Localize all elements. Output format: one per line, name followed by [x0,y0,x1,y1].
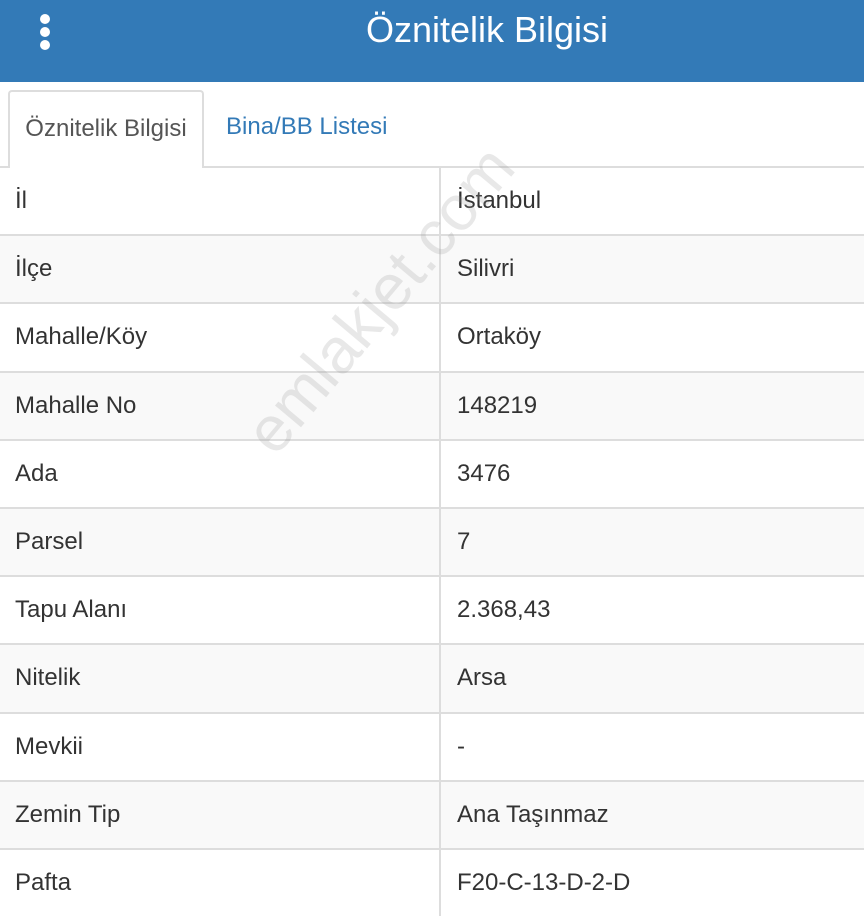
row-value: 7 [457,527,471,555]
table-row: Mahalle No 148219 [0,372,864,441]
table-row: Parsel 7 [0,508,864,578]
row-value: - [457,732,465,760]
table-row: Zemin Tip Ana Taşınmaz [0,781,864,850]
row-label: Nitelik [15,664,81,692]
row-value: 3476 [457,459,511,487]
row-label: Mahalle No [15,391,137,419]
table-row: Mevkii - [0,713,864,782]
row-value: F20-C-13-D-2-D [457,868,631,896]
tab-oznitelik-bilgisi[interactable]: Öznitelik Bilgisi [8,90,204,170]
table-row: İlçe Silivri [0,236,864,305]
row-label: Parsel [15,527,84,555]
table-row: Tapu Alanı 2.368,43 [0,577,864,646]
row-label: İlçe [15,255,53,283]
row-label: Tapu Alanı [15,596,128,624]
row-value: Ortaköy [457,323,542,351]
row-value: 2.368,43 [457,596,551,624]
table-row: Mahalle/Köy Ortaköy [0,304,864,373]
row-label: Pafta [15,868,72,896]
row-label: Mevkii [15,732,84,760]
row-label: Mahalle/Köy [15,323,148,351]
tab-bar: Öznitelik Bilgisi Bina/BB Listesi [0,82,864,170]
table-row: Nitelik Arsa [0,645,864,714]
table-row: Ada 3476 [0,440,864,509]
attribute-table: İl İstanbul İlçe Silivri Mahalle/Köy Ort… [0,168,864,918]
page-title: Öznitelik Bilgisi [365,9,609,50]
tab-bina-bb-listesi[interactable]: Bina/BB Listesi [226,90,387,168]
row-value: Arsa [457,664,507,692]
row-label: Zemin Tip [15,800,121,828]
table-row: İl İstanbul [0,168,864,237]
row-value: Silivri [457,255,515,283]
row-label: İl [15,187,27,214]
row-label: Ada [15,459,58,487]
row-value: İstanbul [457,187,542,214]
row-value: Ana Taşınmaz [457,800,609,828]
column-divider [439,168,441,916]
app-header: Öznitelik Bilgisi [0,0,864,82]
row-value: 148219 [457,391,538,419]
table-row: Pafta F20-C-13-D-2-D [0,849,864,918]
